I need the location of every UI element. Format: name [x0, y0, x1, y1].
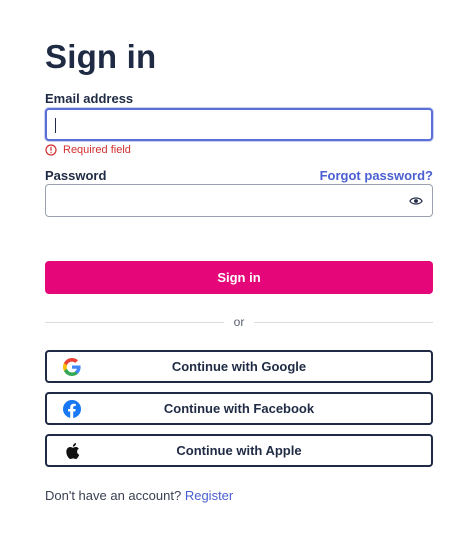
email-field[interactable]: [45, 108, 433, 141]
text-caret: [55, 118, 56, 133]
password-label: Password: [45, 168, 107, 183]
apple-button-label: Continue with Apple: [176, 443, 302, 458]
facebook-button-label: Continue with Facebook: [163, 401, 315, 416]
facebook-icon: [63, 400, 81, 418]
register-link[interactable]: Register: [185, 488, 233, 503]
google-icon: [63, 358, 81, 376]
google-button-label: Continue with Google: [171, 359, 307, 374]
email-error-text: Required field: [63, 144, 131, 156]
forgot-password-link[interactable]: Forgot password?: [320, 168, 433, 183]
email-error: Required field: [45, 144, 131, 156]
password-field[interactable]: [45, 184, 433, 217]
register-prompt: Don't have an account? Register: [45, 488, 233, 503]
or-divider: or: [45, 314, 434, 330]
register-prompt-text: Don't have an account?: [45, 488, 182, 503]
continue-with-google-button[interactable]: Continue with Google: [45, 350, 433, 383]
error-circle-icon: [45, 144, 57, 156]
divider-line-left: [45, 321, 224, 323]
sign-in-page: Sign in Email address Required field Pas…: [0, 0, 474, 552]
divider-text: or: [233, 315, 245, 329]
email-label: Email address: [45, 91, 134, 106]
divider-line-right: [254, 321, 434, 323]
apple-icon: [66, 443, 80, 459]
continue-with-apple-button[interactable]: Continue with Apple: [45, 434, 433, 467]
sign-in-button[interactable]: Sign in: [45, 261, 433, 294]
eye-icon[interactable]: [409, 194, 423, 208]
page-title: Sign in: [45, 38, 157, 75]
continue-with-facebook-button[interactable]: Continue with Facebook: [45, 392, 433, 425]
